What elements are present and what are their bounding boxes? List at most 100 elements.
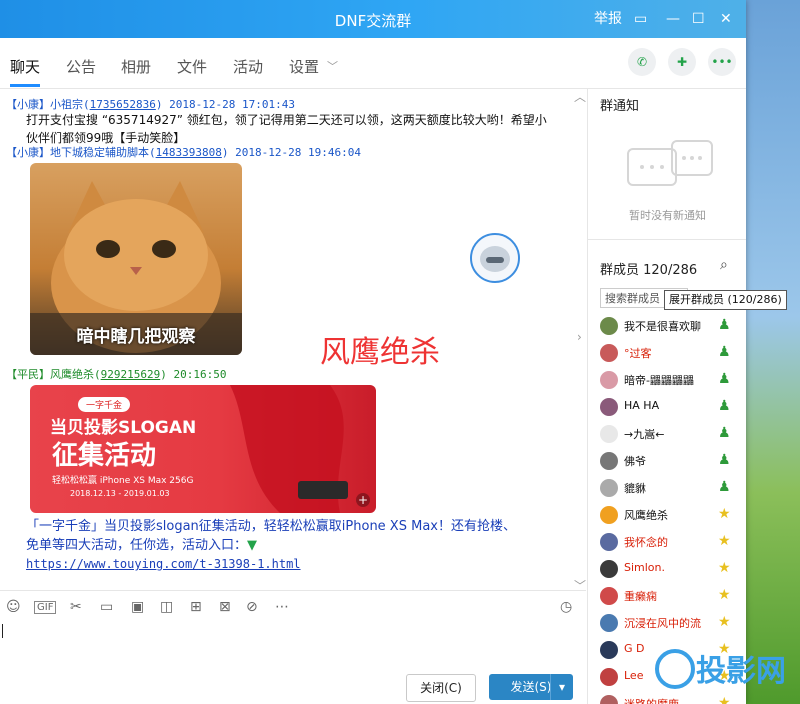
site-logo: 投影网 [650, 644, 790, 700]
message-header: 【平民】风鹰绝杀(929215629) 20:16:50 [6, 368, 227, 381]
member-name: 暗帝-鼺鼺鼺鼺 [624, 374, 694, 387]
tab-activities[interactable]: 活动 [233, 56, 263, 77]
member-avatar[interactable] [600, 344, 618, 362]
image-icon[interactable]: ▣ [131, 599, 144, 615]
report-button[interactable]: 举报 [594, 9, 622, 29]
tab-settings[interactable]: 设置 [289, 56, 319, 77]
skin-icon[interactable]: ▭ [634, 9, 647, 29]
send-label: 发送(S) [510, 680, 552, 694]
member-level-icon: ♟ [718, 317, 731, 333]
activity-link[interactable]: https://www.touying.com/t-31398-1.html [26, 557, 301, 571]
collapse-up-icon[interactable]: ︿ [574, 89, 586, 105]
message-time: 2018-12-28 19:46:04 [235, 146, 361, 159]
group-side-panel: 群通知 暂时没有新通知 群成员 120/286 ⌕ 搜索群成员 我不是很喜欢聊 ♟… [587, 89, 746, 704]
video-icon[interactable]: ◫ [160, 599, 173, 615]
scissors-icon[interactable]: ✂ [70, 599, 82, 615]
block-icon[interactable]: ⊘ [246, 599, 258, 615]
tab-album[interactable]: 相册 [121, 56, 151, 77]
star-icon: ★ [718, 506, 731, 522]
star-icon: ★ [718, 587, 731, 603]
member-level-icon: ♟ [718, 479, 731, 495]
promo-banner-image[interactable]: 一字千金 当贝投影SLOGAN 征集活动 轻松松松赢 iPhone XS Max… [30, 385, 376, 513]
member-avatar[interactable] [600, 479, 618, 497]
gift-icon[interactable]: ⊞ [190, 599, 202, 615]
member-avatar[interactable] [600, 641, 618, 659]
member-avatar[interactable] [600, 425, 618, 443]
tab-announcement[interactable]: 公告 [66, 56, 96, 77]
member-avatar[interactable] [600, 668, 618, 686]
message-text: 「一字千金」当贝投影slogan征集活动，轻轻松松赢取iPhone XS Max… [26, 517, 576, 574]
members-title: 群成员 120/286 [600, 263, 698, 278]
phone-icon[interactable]: ✆ [628, 48, 656, 76]
member-level: 【小康】 [6, 98, 50, 111]
member-row[interactable]: 暗帝-鼺鼺鼺鼺 ♟ [600, 367, 740, 393]
empty-notice-icon [627, 140, 713, 186]
member-avatar[interactable] [600, 506, 618, 524]
member-avatar[interactable] [600, 317, 618, 335]
member-name: →九嵩← [624, 428, 665, 441]
emoji-icon[interactable]: ☺ [6, 599, 21, 615]
member-avatar[interactable] [600, 371, 618, 389]
tab-chat[interactable]: 聊天 [10, 56, 40, 77]
sender-qq[interactable]: 929215629 [101, 368, 161, 381]
message-header: 【小康】小祖宗(1735652836) 2018-12-28 17:01:43 [6, 98, 295, 111]
member-row[interactable]: 重癞痫 ★ [600, 583, 740, 609]
more-icon[interactable]: ••• [708, 48, 736, 76]
close-icon[interactable]: ✕ [720, 9, 732, 29]
member-row[interactable]: 我不是很喜欢聊 ♟ [600, 313, 740, 339]
tab-files[interactable]: 文件 [177, 56, 207, 77]
tab-bar: 聊天 公告 相册 文件 活动 设置 ﹀ ✆ ✚ ••• [0, 38, 746, 89]
send-options-chevron-icon[interactable]: ▾ [550, 674, 573, 700]
minimize-icon[interactable]: — [666, 9, 680, 29]
member-avatar[interactable] [600, 452, 618, 470]
history-clock-icon[interactable]: ◷ [560, 599, 572, 615]
robot-assistant-icon[interactable] [470, 233, 520, 283]
member-avatar[interactable] [600, 398, 618, 416]
folder-icon[interactable]: ▭ [100, 599, 113, 615]
maximize-icon[interactable]: ☐ [692, 9, 705, 29]
message-header: 【小康】地下城稳定辅助脚本(1483393808) 2018-12-28 19:… [6, 146, 361, 159]
title-bar[interactable]: DNF交流群 举报 ▭ — ☐ ✕ [0, 0, 746, 38]
chevron-down-icon[interactable]: ﹀ [327, 58, 338, 74]
star-icon: ★ [718, 533, 731, 549]
member-row[interactable]: 我怀念的 ★ [600, 529, 740, 555]
collapse-down-icon[interactable]: ﹀ [574, 577, 586, 589]
add-discussion-icon[interactable]: ✚ [668, 48, 696, 76]
member-row[interactable]: °过客 ♟ [600, 340, 740, 366]
member-avatar[interactable] [600, 533, 618, 551]
sender-name[interactable]: 地下城稳定辅助脚本 [50, 146, 149, 159]
member-row[interactable]: 佛爷 ♟ [600, 448, 740, 474]
bag-icon[interactable]: ⊠ [219, 599, 231, 615]
overlay-text: 风鹰绝杀 [320, 335, 440, 370]
member-level-icon: ♟ [718, 344, 731, 360]
member-name: Simlon. [624, 561, 666, 574]
member-name: G D [624, 642, 645, 655]
group-notice-title: 群通知 [600, 99, 640, 114]
member-row[interactable]: 沉浸在风中的流 ★ [600, 610, 740, 636]
sender-qq[interactable]: 1483393808 [156, 146, 222, 159]
member-avatar[interactable] [600, 560, 618, 578]
member-level: 【小康】 [6, 146, 50, 159]
search-icon[interactable]: ⌕ [720, 257, 728, 273]
cat-meme-image[interactable]: 暗中瞎几把观察 [30, 163, 242, 355]
member-row[interactable]: 风鹰绝杀 ★ [600, 502, 740, 528]
send-button[interactable]: 发送(S) ▾ [489, 674, 573, 700]
message-time: 2018-12-28 17:01:43 [169, 98, 295, 111]
gif-icon[interactable]: GIF [34, 601, 57, 614]
chat-history[interactable]: — · — · — · — ︿ 【小康】小祖宗(1735652836) 2018… [0, 89, 586, 589]
member-row[interactable]: HA HA ♟ [600, 394, 740, 420]
expand-image-icon[interactable]: + [356, 493, 370, 507]
member-row[interactable]: 貔貅 ♟ [600, 475, 740, 501]
sender-qq[interactable]: 1735652836 [90, 98, 156, 111]
member-row[interactable]: Simlon. ★ [600, 556, 740, 582]
sender-name[interactable]: 小祖宗 [50, 98, 83, 111]
panel-toggle-icon[interactable]: › [577, 330, 582, 344]
member-avatar[interactable] [600, 587, 618, 605]
member-avatar[interactable] [600, 695, 618, 704]
sender-name[interactable]: 风鹰绝杀 [50, 368, 94, 381]
close-button[interactable]: 关闭(C) [406, 674, 476, 702]
member-row[interactable]: →九嵩← ♟ [600, 421, 740, 447]
input-toolbar: ☺ GIF ✂ ▭ ▣ ◫ ⊞ ⊠ ⊘ ⋯ ◷ [0, 590, 586, 623]
more-tools-icon[interactable]: ⋯ [275, 599, 289, 615]
member-avatar[interactable] [600, 614, 618, 632]
